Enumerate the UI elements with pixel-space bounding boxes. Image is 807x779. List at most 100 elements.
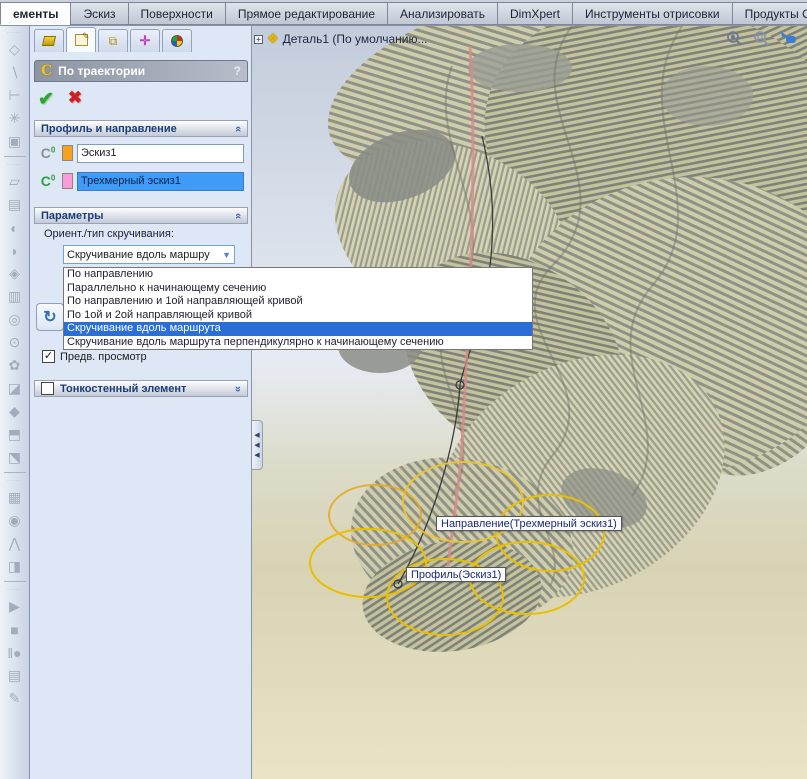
surface-loft-tool-icon[interactable]: ◈ bbox=[3, 262, 27, 285]
ribbon-tab[interactable]: DimXpert bbox=[496, 2, 572, 25]
collapse-chevron-icon[interactable]: « bbox=[232, 212, 244, 218]
section-thin-label: Тонкостенный элемент bbox=[60, 382, 187, 395]
ribbon-tab[interactable]: Поверхности bbox=[127, 2, 225, 25]
preview-checkbox[interactable]: ✓ bbox=[42, 350, 55, 363]
ribbon-tab[interactable]: ементы bbox=[0, 2, 71, 25]
model-3d[interactable] bbox=[252, 26, 807, 779]
dropdown-option[interactable]: Скручивание вдоль маршрута bbox=[64, 322, 532, 336]
cancel-button[interactable]: ✖ bbox=[68, 88, 82, 111]
dimxpert-manager-icon: ✛ bbox=[139, 33, 151, 48]
help-button[interactable]: ? bbox=[234, 64, 241, 78]
surface-plane-tool-icon[interactable]: ▱ bbox=[3, 170, 27, 193]
dropdown-option[interactable]: По направлению и 1ой направляющей кривой bbox=[64, 295, 532, 309]
left-arrow-icon: ◀ bbox=[254, 451, 260, 459]
tab-feature-manager[interactable] bbox=[34, 29, 64, 52]
feature-title: По траектории bbox=[58, 64, 146, 78]
toolbar-grip[interactable]: ····· bbox=[7, 587, 22, 593]
preview-body-tool-icon[interactable]: ◨ bbox=[3, 555, 27, 578]
path-color-swatch bbox=[62, 173, 73, 189]
toolbar-grip[interactable]: ····· bbox=[7, 478, 22, 484]
filter-gear-tool-icon[interactable]: ⊙ bbox=[3, 331, 27, 354]
profile-field-value: Эскиз1 bbox=[81, 147, 117, 159]
ribbon-tab-bar: ементы Эскиз Поверхности Прямое редактирова… bbox=[0, 0, 807, 26]
dropdown-option[interactable]: Скручивание вдоль маршрута перпендикуляр… bbox=[64, 336, 532, 350]
ribbon-tab[interactable]: Инструменты отрисовки bbox=[572, 2, 732, 25]
profile-color-swatch bbox=[62, 145, 73, 161]
profile-field[interactable]: Эскиз1 bbox=[77, 143, 244, 163]
collapse-chevron-icon[interactable]: « bbox=[232, 125, 244, 131]
path-field-value: Трехмерный эскиз1 bbox=[81, 175, 181, 187]
tab-configuration-manager[interactable]: ⧉ bbox=[98, 29, 128, 52]
axis-tool-icon[interactable]: ⊢ bbox=[3, 84, 27, 107]
part-icon: ❖ bbox=[267, 31, 279, 46]
play-button-icon[interactable]: ▶ bbox=[3, 595, 27, 618]
dropdown-option[interactable]: По направлению bbox=[64, 268, 532, 282]
view-toolbar bbox=[726, 30, 799, 47]
twist-type-combobox[interactable]: Скручивание вдоль маршру ▼ bbox=[63, 245, 235, 264]
move-face-tool-icon[interactable]: ⬒ bbox=[3, 423, 27, 446]
surface-revolve-tool-icon[interactable]: ◐ bbox=[3, 216, 27, 239]
expand-chevron-icon[interactable]: « bbox=[232, 385, 244, 391]
surface-fill-tool-icon[interactable]: ▥ bbox=[3, 285, 27, 308]
filter-solid-tool-icon[interactable]: ◎ bbox=[3, 308, 27, 331]
plane-tool-icon[interactable]: ◇ bbox=[3, 38, 27, 61]
zoom-fit-icon[interactable] bbox=[726, 30, 743, 47]
flatten-tool-icon[interactable]: ⋀ bbox=[3, 532, 27, 555]
stamp-tool-icon[interactable]: ▦ bbox=[3, 486, 27, 509]
ribbon-tab[interactable]: Продукты Office bbox=[731, 2, 807, 25]
copy-bodies-tool-icon[interactable]: ⬔ bbox=[3, 446, 27, 469]
section-thin-feature[interactable]: Тонкостенный элемент « bbox=[34, 380, 248, 397]
reverse-direction-button[interactable]: ↻ bbox=[36, 303, 64, 331]
section-profile-label: Профиль и направление bbox=[41, 122, 177, 135]
toolbar-separator bbox=[3, 581, 26, 582]
revolve-surface-tool-icon[interactable]: ◉ bbox=[3, 509, 27, 532]
line-tool-icon[interactable]: ∖ bbox=[3, 61, 27, 84]
pause-record-button-icon[interactable]: ‖● bbox=[3, 641, 27, 664]
orientation-label: Ориент./тип скручивания: bbox=[44, 228, 174, 240]
left-toolbar: ····· ◇ ∖ ⊢ ✳ ▣ ····· ▱ ▤ ◐ ◗ ◈ ▥ ◎ ⊙ ✿ ◪ ◆ ⬒ ⬔ ····· ▦ ◉ ⋀ ◨ ···… bbox=[0, 26, 30, 779]
surface-trim-tool-icon[interactable]: ◪ bbox=[3, 377, 27, 400]
combobox-value: Скручивание вдоль маршру bbox=[67, 248, 210, 261]
document-name: Деталь1 (По умолчанию... bbox=[282, 32, 428, 46]
left-arrow-icon: ◀ bbox=[254, 441, 260, 449]
graphics-viewport[interactable]: + ❖ Деталь1 (По умолчанию... Направление… bbox=[252, 26, 807, 779]
extrude-tool-icon[interactable]: ▣ bbox=[3, 130, 27, 153]
toolbar-grip[interactable]: ····· bbox=[7, 162, 22, 168]
section-parameters-label: Параметры bbox=[41, 209, 104, 222]
ribbon-tab[interactable]: Анализировать bbox=[387, 2, 497, 25]
thin-feature-checkbox[interactable] bbox=[41, 382, 54, 395]
stop-button-icon[interactable]: ■ bbox=[3, 618, 27, 641]
zoom-area-icon[interactable] bbox=[753, 30, 770, 47]
surface-offset-tool-icon[interactable]: ▤ bbox=[3, 193, 27, 216]
chevron-down-icon: ▼ bbox=[222, 249, 231, 260]
profile-callout: Профиль(Эскиз1) bbox=[406, 567, 507, 582]
ribbon-tab[interactable]: Прямое редактирование bbox=[224, 2, 388, 25]
tab-dimxpert-manager[interactable]: ✛ bbox=[130, 29, 160, 52]
gear-tool-icon[interactable]: ✿ bbox=[3, 354, 27, 377]
section-parameters[interactable]: Параметры « bbox=[34, 207, 248, 224]
panel-collapse-handle[interactable]: ◀ ◀ ◀ bbox=[252, 420, 263, 470]
toolbar-separator bbox=[3, 156, 26, 157]
property-manager-tabs: ⧉ ✛ bbox=[34, 27, 192, 52]
surface-sweep-tool-icon[interactable]: ◗ bbox=[3, 239, 27, 262]
property-manager-icon bbox=[74, 31, 90, 46]
dropdown-option[interactable]: По 1ой и 2ой направляющей кривой bbox=[64, 309, 532, 323]
ribbon-tab[interactable]: Эскиз bbox=[70, 2, 128, 25]
toolbar-grip[interactable]: ····· bbox=[7, 30, 22, 36]
path-field[interactable]: Трехмерный эскиз1 bbox=[77, 171, 244, 191]
design-binder-button-icon[interactable]: ▤ bbox=[3, 664, 27, 687]
tab-display-manager[interactable] bbox=[162, 29, 192, 52]
ok-button[interactable]: ✔ bbox=[38, 88, 54, 111]
path-selector-icon: C0 bbox=[40, 173, 56, 189]
dropdown-option[interactable]: Параллельно к начинающему сечению bbox=[64, 282, 532, 296]
display-manager-icon bbox=[171, 35, 183, 47]
preview-checkbox-row[interactable]: ✓ Предв. просмотр bbox=[42, 350, 147, 363]
point-tool-icon[interactable]: ✳ bbox=[3, 107, 27, 130]
tab-property-manager[interactable] bbox=[66, 27, 96, 52]
edit-annotations-button-icon[interactable]: ✎ bbox=[3, 687, 27, 710]
surface-wedge-tool-icon[interactable]: ◆ bbox=[3, 400, 27, 423]
view-orientation-icon[interactable] bbox=[780, 30, 799, 47]
document-breadcrumb[interactable]: + ❖ Деталь1 (По умолчанию... bbox=[254, 31, 428, 47]
section-profile-direction[interactable]: Профиль и направление « bbox=[34, 120, 248, 137]
expand-tree-icon[interactable]: + bbox=[254, 34, 263, 44]
